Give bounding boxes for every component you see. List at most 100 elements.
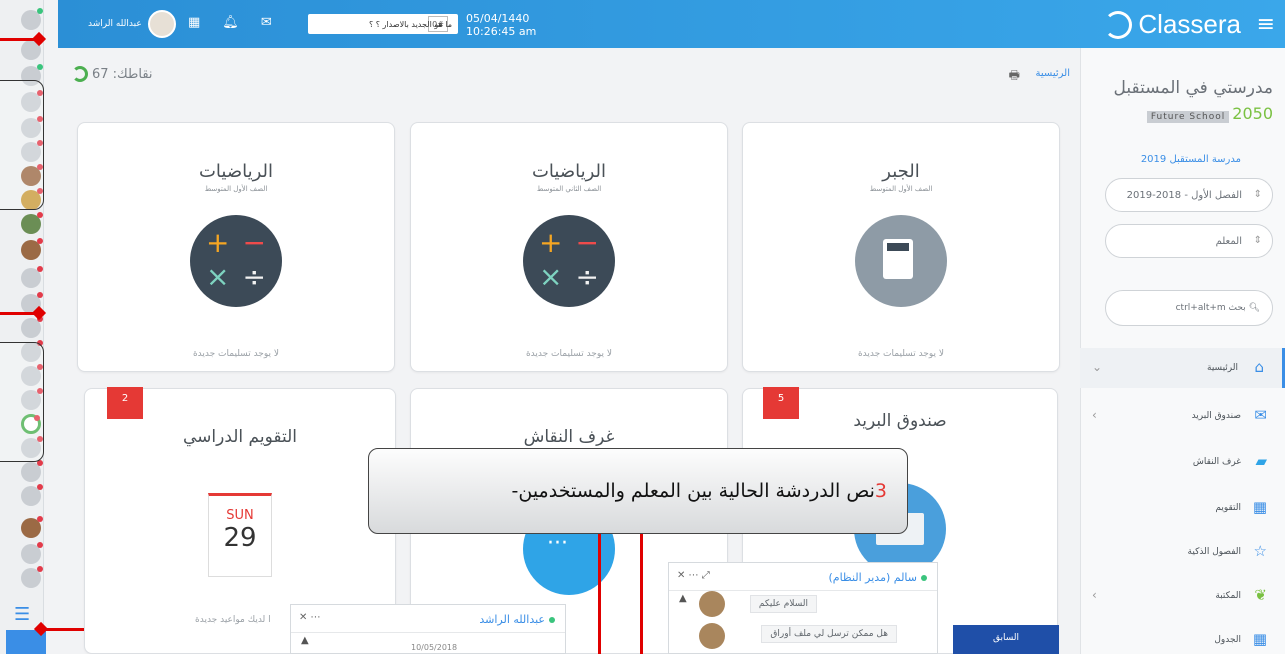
user-name: عبدالله الراشد — [88, 19, 142, 29]
times-glyph: × — [539, 260, 563, 293]
bell-icon[interactable]: 🔔︎ — [222, 15, 239, 30]
card-footer: لا يوجد تسليمات جديدة — [525, 349, 613, 359]
term-select-value: الفصل الأول - 2018-2019 — [1126, 190, 1242, 201]
role-select-value: المعلم — [1215, 236, 1242, 247]
building-icon[interactable]: ▦ — [188, 15, 200, 30]
divide-glyph: ÷ — [242, 260, 266, 293]
home-icon: ⌂ — [1254, 358, 1264, 376]
chevron-left-icon[interactable]: ‹ — [1092, 408, 1097, 422]
user-avatar[interactable] — [147, 10, 176, 38]
times-glyph: × — [206, 260, 230, 293]
contact-avatar[interactable] — [21, 542, 43, 564]
chat-contact-name-text: عبدالله الراشد — [479, 613, 545, 626]
star-icon: ☆ — [1253, 542, 1267, 560]
header-icons: ▦ 🔔︎ ✉ — [188, 15, 272, 30]
sidebar-item-discussion[interactable]: غرف النقاش ▰ — [1080, 442, 1285, 482]
sub-header: نقاطك: 67 🖶 الرئيسية — [58, 48, 1080, 100]
math-operations-icon: + − × ÷ — [523, 215, 615, 307]
chat-window-controls[interactable]: ✕ ⋯ — [299, 612, 321, 623]
contact-avatar[interactable] — [21, 212, 43, 234]
chat-window-salem[interactable]: ✕ ⋯ ⤢ سالم (مدير النظام) ▲ السلام عليكم … — [668, 562, 938, 654]
contact-avatar[interactable] — [21, 484, 43, 506]
annotation-arrow — [598, 534, 601, 654]
points-logo-icon — [72, 66, 88, 82]
school-subtitle: Future School 2050 — [1146, 104, 1273, 123]
sidebar-item-mailbox[interactable]: ‹ صندوق البريد ✉ — [1080, 396, 1285, 436]
annotation-bracket — [0, 342, 44, 462]
message-avatar — [699, 591, 725, 617]
card-subtitle: الصف الأول المتوسط — [869, 185, 933, 193]
sidebar-item-label: الرئيسية — [1207, 363, 1238, 373]
card-subtitle: الصف الثاني المتوسط — [536, 185, 602, 193]
course-card-math-2[interactable]: الرياضيات الصف الثاني المتوسط + − × ÷ لا يو… — [410, 122, 728, 372]
contact-avatar[interactable] — [21, 316, 43, 338]
search-input[interactable]: ctrl+alt+m بحث 🔍︎ — [1105, 290, 1273, 326]
contact-avatar[interactable] — [21, 460, 43, 482]
term-select[interactable]: الفصل الأول - 2018-2019 ⇕ — [1105, 178, 1273, 212]
chevron-left-icon[interactable]: ‹ — [1092, 588, 1097, 602]
chat-contact-name[interactable]: سالم (مدير النظام) — [828, 571, 927, 584]
sidebar-item-home[interactable]: ⌄ الرئيسية ⌂ — [1080, 348, 1285, 388]
online-status-icon — [921, 575, 927, 581]
chat-contact-name[interactable]: عبدالله الراشد — [479, 613, 555, 626]
chat-window-abdullah[interactable]: ✕ ⋯ عبدالله الراشد ▲ 10/05/2018 — [290, 604, 566, 654]
print-icon[interactable]: 🖶 — [1009, 66, 1020, 87]
role-select[interactable]: المعلم ⇕ — [1105, 224, 1273, 258]
user-menu[interactable]: عبدالله الراشد — [88, 10, 176, 38]
chat-icon: ▰ — [1255, 452, 1267, 470]
sidebar-item-schedule[interactable]: الجدول ▦ — [1080, 620, 1285, 654]
math-operations-icon: + − × ÷ — [190, 215, 282, 307]
search-placeholder: ctrl+alt+m بحث 🔍︎ — [1176, 303, 1260, 313]
chat-message: السلام عليكم — [749, 595, 817, 613]
points-indicator: نقاطك: 67 — [72, 66, 153, 82]
sidebar-item-smart-classes[interactable]: الفصول الذكية ☆ — [1080, 532, 1285, 572]
classera-logo-icon — [1104, 10, 1133, 39]
whats-new-box[interactable]: 0# ما هو الجديد بالاصدار ؟ ؟ — [308, 14, 458, 34]
card-footer: لا يوجد تسليمات جديدة — [857, 349, 945, 359]
page: ☰ عبدالله الراشد ▦ 🔔︎ ✉ 0# ما هو الجديد … — [0, 0, 1285, 654]
course-card-algebra[interactable]: الجبر الصف الأول المتوسط لا يوجد تسليمات… — [742, 122, 1060, 372]
scroll-up-icon[interactable]: ▲ — [679, 593, 687, 604]
search-icon: 🔍︎ — [1248, 303, 1260, 313]
card-title: غرف النقاش — [523, 427, 615, 447]
breadcrumb-home[interactable]: الرئيسية — [1036, 68, 1070, 79]
calculator-body — [883, 239, 913, 279]
classera-logo[interactable]: Classera — [1104, 9, 1241, 40]
envelope-icon[interactable]: ✉ — [261, 15, 272, 30]
list-menu-icon[interactable]: ☰ — [14, 604, 30, 625]
contact-avatar[interactable] — [21, 238, 43, 260]
sidebar-item-library[interactable]: ‹ المكتبة ❦ — [1080, 576, 1285, 616]
whats-new-label[interactable]: ما هو الجديد بالاصدار ؟ ؟ — [369, 20, 452, 29]
calendar-day: SUN — [226, 508, 254, 523]
chat-header: ✕ ⋯ ⤢ سالم (مدير النظام) — [669, 563, 937, 591]
minus-glyph: − — [242, 226, 266, 259]
calendar-count-badge: 2 — [107, 387, 143, 419]
card-footer: ا لديك مواعيد جديدة — [195, 615, 271, 625]
course-card-math-1[interactable]: الرياضيات الصف الأول المتوسط + − × ÷ لا يوج… — [77, 122, 395, 372]
chat-window-controls[interactable]: ✕ ⋯ ⤢ — [677, 570, 710, 581]
school-year-link[interactable]: مدرسة المستقبل 2019 — [1141, 154, 1241, 165]
school-name: مدرستي في المستقبل — [1113, 78, 1273, 98]
chevron-down-icon[interactable]: ⌄ — [1092, 360, 1102, 374]
contact-avatar[interactable] — [21, 266, 43, 288]
chat-header: ✕ ⋯ عبدالله الراشد — [291, 605, 565, 633]
sidebar-item-label: التقويم — [1215, 503, 1241, 513]
card-subtitle: الصف الأول المتوسط — [204, 185, 268, 193]
message-avatar — [699, 623, 725, 649]
hamburger-menu-icon[interactable]: ≡ — [1257, 12, 1275, 37]
previous-button[interactable]: السابق — [953, 625, 1059, 654]
contact-avatar[interactable] — [21, 516, 43, 538]
sidebar-item-label: المكتبة — [1215, 591, 1241, 601]
sidebar-item-label: الفصول الذكية — [1187, 547, 1241, 557]
contact-avatar[interactable] — [21, 8, 43, 30]
calculator-icon — [855, 215, 947, 307]
sidebar-item-calendar[interactable]: التقويم ▦ — [1080, 488, 1285, 528]
card-title: التقويم الدراسي — [182, 427, 298, 447]
annotation-callout: -نص الدردشة الحالية بين المعلم والمستخدم… — [368, 448, 908, 534]
annotation-arrow — [640, 534, 643, 654]
previous-label: السابق — [992, 633, 1020, 643]
card-title: الجبر — [882, 161, 920, 182]
scroll-up-icon[interactable]: ▲ — [301, 635, 309, 646]
select-arrows-icon: ⇕ — [1253, 189, 1262, 200]
contact-avatar[interactable] — [21, 566, 43, 588]
